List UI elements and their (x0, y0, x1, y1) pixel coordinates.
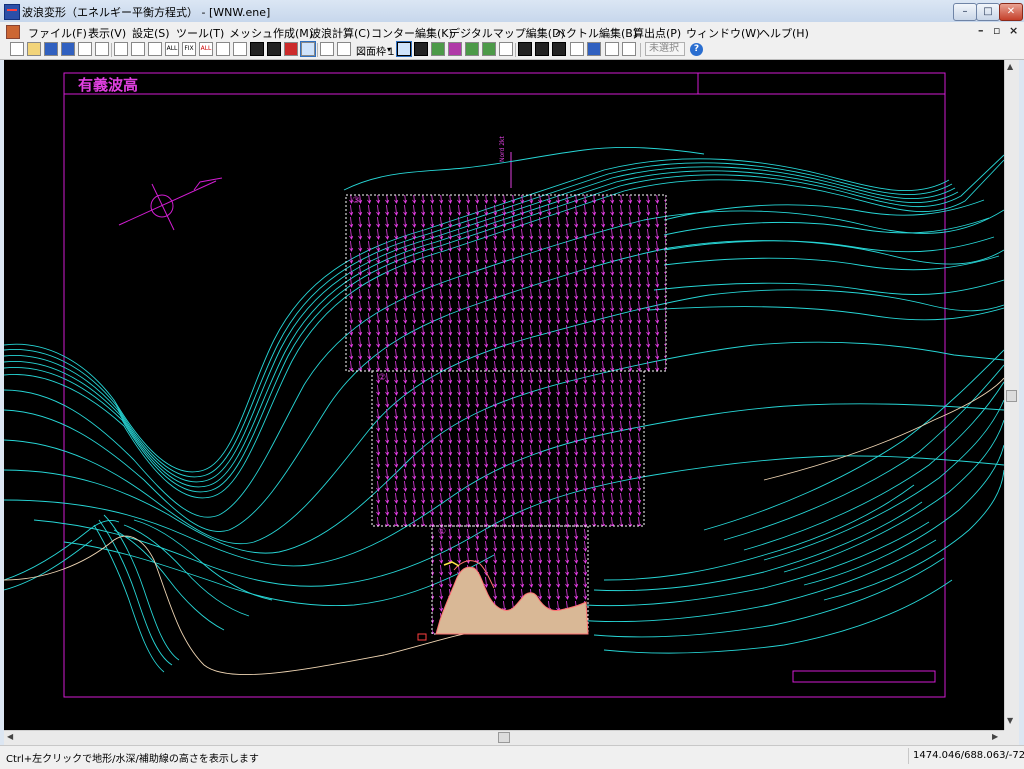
mesh-area-label-2: ② (378, 373, 386, 383)
block-icon-3[interactable] (552, 42, 566, 56)
mesh-area-3[interactable] (345, 194, 667, 372)
menu-wave-calc[interactable]: 波浪計算(C) (310, 25, 370, 41)
new-file-icon[interactable] (10, 42, 24, 56)
print-preview-icon[interactable] (95, 42, 109, 56)
menu-bar: ファイル(F) 表示(V) 設定(S) ツール(T) メッシュ作成(M) 波浪計… (0, 22, 1024, 42)
vector-display-icon[interactable] (448, 42, 462, 56)
menu-output-point[interactable]: 算出点(P) (633, 25, 681, 41)
toolbar-separator (515, 43, 516, 57)
horizontal-scrollbar[interactable]: ◀ ▶ (4, 730, 1004, 745)
horizontal-scroll-thumb[interactable] (498, 732, 510, 743)
menu-view[interactable]: 表示(V) (88, 25, 126, 41)
tree-icon-1[interactable] (465, 42, 479, 56)
depth-view-icon[interactable] (267, 42, 281, 56)
maximize-button[interactable]: □ (976, 3, 1000, 21)
north-arrow-icon (118, 177, 223, 231)
minimize-button[interactable]: – (953, 3, 977, 21)
block-icon-2[interactable] (535, 42, 549, 56)
help-icon[interactable]: ? (690, 43, 703, 56)
menu-digital-map-edit[interactable]: デジタルマップ編集(D) (449, 25, 565, 41)
drawing-svg[interactable]: 有義波高 Nord 2kt ③ ② ① (4, 60, 1004, 730)
scroll-up-icon[interactable]: ▲ (1007, 62, 1013, 71)
menu-settings[interactable]: 設定(S) (132, 25, 170, 41)
close-button[interactable]: ✕ (999, 3, 1023, 21)
menu-tools[interactable]: ツール(T) (176, 25, 224, 41)
contour-view-icon[interactable] (250, 42, 264, 56)
window-title: 波浪変形（エネルギー平衡方程式） - [WNW.ene] (22, 6, 271, 19)
scroll-down-icon[interactable]: ▼ (1007, 716, 1013, 725)
magnifier-icon[interactable] (216, 42, 230, 56)
zoom-in-icon[interactable] (114, 42, 128, 56)
print-icon[interactable] (78, 42, 92, 56)
mesh-area-label-1: ① (438, 527, 446, 537)
layer-toggle-icon[interactable] (300, 41, 316, 57)
toolbar-separator (640, 43, 641, 57)
frame-dropdown-arrow-icon[interactable]: ▾ (387, 45, 391, 54)
scroll-left-icon[interactable]: ◀ (7, 732, 13, 741)
block-icon-1[interactable] (518, 42, 532, 56)
zoom-out-icon[interactable] (131, 42, 145, 56)
image-icon[interactable] (337, 42, 351, 56)
scale-box (792, 670, 936, 683)
status-bar: Ctrl+左クリックで地形/水深/補助線の高さを表示します 1474.046/6… (0, 745, 1024, 769)
drawing-title: 有義波高 (78, 76, 138, 94)
redraw-all-icon[interactable]: ALL (199, 42, 213, 56)
menu-help[interactable]: ヘルプ(H) (759, 25, 809, 41)
calc-icon-2[interactable] (622, 42, 636, 56)
menu-window[interactable]: ウィンドウ(W) (686, 25, 760, 41)
menu-contour-edit[interactable]: コンター編集(K) (371, 25, 453, 41)
mesh-grid-icon[interactable] (414, 42, 428, 56)
menu-mesh[interactable]: メッシュ作成(M) (229, 25, 313, 41)
tree-icon-2[interactable] (482, 42, 496, 56)
drawing-canvas[interactable]: 有義波高 Nord 2kt ③ ② ① (4, 60, 1004, 730)
toolbar: ALL FIX ALL 図面枠１ ▾ 未選択 ? (0, 41, 1024, 60)
chart-icon[interactable] (570, 42, 584, 56)
app-icon[interactable] (4, 4, 20, 20)
title-bar: 波浪変形（エネルギー平衡方程式） - [WNW.ene] – □ ✕ (0, 0, 1024, 23)
toolbar-separator (111, 43, 112, 57)
scroll-right-icon[interactable]: ▶ (992, 732, 998, 741)
point-edit-icon[interactable] (499, 42, 513, 56)
zoom-fix-icon[interactable]: FIX (182, 42, 196, 56)
menu-file[interactable]: ファイル(F) (28, 25, 87, 41)
color-map-icon[interactable] (431, 42, 445, 56)
toolbar-separator (317, 43, 318, 57)
color-fill-icon[interactable] (284, 42, 298, 56)
status-message: Ctrl+左クリックで地形/水深/補助線の高さを表示します (6, 754, 259, 765)
mesh-area-label-3: ③ (352, 196, 360, 206)
grid-icon[interactable] (233, 42, 247, 56)
pan-hand-icon[interactable] (148, 42, 162, 56)
vertical-scroll-thumb[interactable] (1006, 390, 1017, 402)
mdi-restore-button[interactable]: ▫ (993, 24, 1000, 37)
mdi-minimize-button[interactable]: – (978, 24, 984, 37)
mesh-display-icon[interactable] (396, 41, 412, 57)
list-icon[interactable] (320, 42, 334, 56)
vertical-scrollbar[interactable]: ▲ ▼ (1004, 60, 1019, 730)
menu-vector-edit[interactable]: ベクトル編集(B) (555, 25, 637, 41)
save-all-icon[interactable] (61, 42, 75, 56)
mdi-close-button[interactable]: × (1009, 24, 1018, 37)
open-folder-icon[interactable] (27, 42, 41, 56)
scroll-corner (1004, 730, 1019, 745)
mode-select[interactable]: 未選択 (645, 42, 685, 56)
zoom-all-icon[interactable]: ALL (165, 42, 179, 56)
mesh-area-2[interactable] (371, 370, 645, 527)
calc-icon-1[interactable] (605, 42, 619, 56)
north-label: Nord 2kt (499, 135, 506, 162)
document-icon[interactable] (6, 25, 20, 39)
status-coordinates: 1474.046/688.063/-72.8 (908, 748, 1024, 764)
table-icon[interactable] (587, 42, 601, 56)
harbor-point (417, 633, 427, 641)
save-icon[interactable] (44, 42, 58, 56)
